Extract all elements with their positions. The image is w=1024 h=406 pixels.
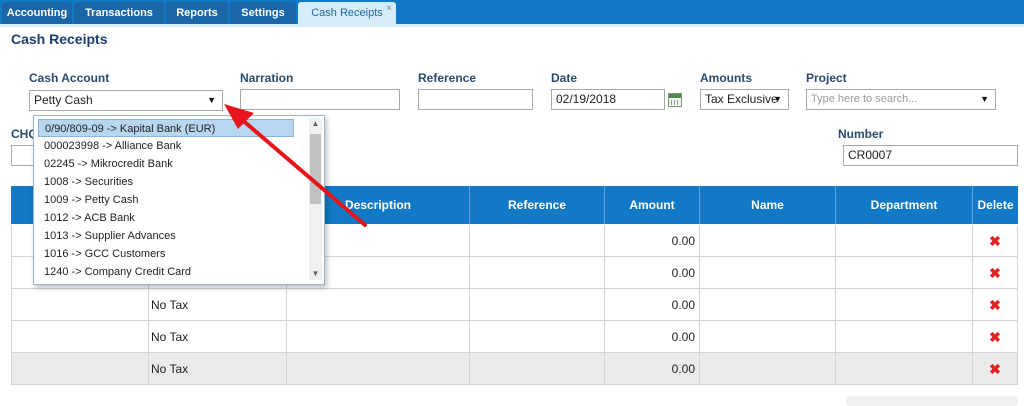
annotation-arrow-icon: [224, 104, 367, 227]
